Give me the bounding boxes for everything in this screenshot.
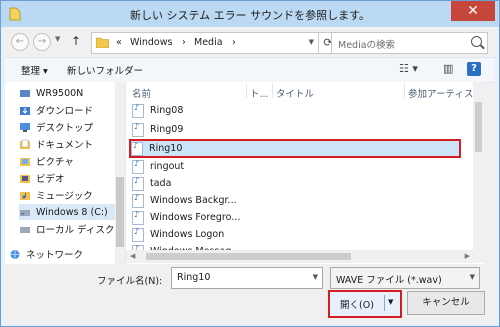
videos-icon: [20, 174, 30, 183]
list-item[interactable]: tada: [132, 176, 457, 191]
desktop-icon: [20, 122, 30, 132]
drive-icon: [20, 209, 30, 216]
recent-locations-dropdown-icon[interactable]: ▼: [55, 35, 60, 43]
column-header-artist[interactable]: 参加アーティスト: [408, 86, 483, 100]
file-list-vertical-scrollbar[interactable]: [473, 82, 484, 250]
chevron-down-icon[interactable]: ▼: [470, 273, 475, 281]
audio-file-icon: [132, 193, 144, 208]
music-icon: [20, 191, 30, 200]
breadcrumb-media[interactable]: Media: [194, 37, 223, 48]
audio-file-icon: [132, 227, 144, 242]
forward-button[interactable]: →: [33, 33, 51, 51]
file-dialog-window: 新しい システム エラー サウンドを参照します。 ✕ ← → ▼ ↑ « Win…: [0, 0, 500, 327]
folder-icon: [96, 37, 109, 48]
breadcrumb-overflow[interactable]: «: [116, 37, 122, 48]
network-icon: [10, 249, 20, 259]
preview-pane-button[interactable]: ▥: [443, 62, 453, 75]
column-separator[interactable]: [404, 84, 405, 98]
column-header-title[interactable]: タイトル: [276, 86, 314, 100]
title-bar[interactable]: 新しい システム エラー サウンドを参照します。 ✕: [1, 1, 499, 27]
audio-file-icon: [132, 159, 144, 174]
list-item[interactable]: Windows Backgr...: [132, 193, 457, 208]
sidebar-item-local-disk-d[interactable]: ローカル ディスク (D: [19, 221, 123, 237]
scrollbar-thumb[interactable]: [146, 253, 351, 260]
sidebar-item-pictures[interactable]: ピクチャ: [19, 153, 123, 169]
navigation-scrollbar[interactable]: [115, 82, 125, 264]
scroll-left-icon[interactable]: ◀: [130, 252, 135, 260]
pictures-icon: [20, 157, 30, 166]
sidebar-item-downloads[interactable]: ダウンロード: [19, 102, 123, 118]
audio-file-icon: [132, 210, 144, 225]
open-button[interactable]: 開く(O) ▼: [328, 290, 402, 318]
navigation-bar: ← → ▼ ↑ « Windows › Media › ▼ ⟳ Mediaの検索: [5, 27, 495, 57]
navigation-pane: WR9500N ダウンロード デスクトップ ドキュメント ピクチャ ビデオ ミュ…: [5, 82, 126, 264]
file-name-input[interactable]: Ring10: [177, 272, 210, 283]
audio-file-icon: [132, 103, 144, 118]
list-item[interactable]: Windows Logon: [132, 227, 457, 242]
window-title: 新しい システム エラー サウンドを参照します。: [129, 9, 371, 22]
back-button[interactable]: ←: [11, 33, 29, 51]
address-bar[interactable]: « Windows › Media › ▼: [91, 32, 319, 54]
sidebar-item-documents[interactable]: ドキュメント: [19, 136, 123, 152]
new-folder-button[interactable]: 新しいフォルダー: [67, 63, 143, 77]
sidebar-item-music[interactable]: ミュージック: [19, 187, 123, 203]
open-options-dropdown-icon[interactable]: ▼: [388, 298, 393, 306]
sidebar-item-network[interactable]: ネットワーク: [9, 246, 113, 262]
search-icon[interactable]: [471, 36, 482, 47]
column-header-number[interactable]: ト...: [250, 86, 269, 100]
sidebar-item-desktop[interactable]: デスクトップ: [19, 119, 123, 135]
column-separator[interactable]: [246, 84, 247, 98]
breadcrumb-separator[interactable]: ›: [232, 37, 236, 48]
audio-file-icon: [132, 176, 144, 191]
file-type-select[interactable]: WAVE ファイル (*.wav) ▼: [330, 267, 480, 289]
search-input[interactable]: Mediaの検索: [338, 37, 395, 51]
list-item[interactable]: Ring08: [132, 103, 457, 118]
breadcrumb-separator[interactable]: ›: [182, 37, 186, 48]
split-divider: [384, 295, 385, 311]
column-header-name[interactable]: 名前: [132, 86, 151, 100]
list-item[interactable]: Windows Foregro...: [132, 210, 457, 225]
wrench-icon: [20, 89, 30, 97]
download-folder-icon: [20, 106, 30, 115]
file-list: 名前 ト... タイトル 参加アーティスト Ring08 Ring09 Ring…: [126, 82, 484, 264]
list-item-selected[interactable]: Ring10: [129, 139, 461, 158]
file-list-horizontal-scrollbar[interactable]: ◀ ▶: [126, 250, 484, 263]
audio-file-icon: [131, 141, 143, 156]
documents-icon: [20, 139, 30, 149]
drive-icon: [20, 226, 30, 233]
file-name-label: ファイル名(N):: [97, 276, 163, 287]
open-button-label[interactable]: 開く(O): [330, 297, 384, 311]
list-item[interactable]: ringout: [132, 159, 457, 174]
dialog-body: ← → ▼ ↑ « Windows › Media › ▼ ⟳ Mediaの検索…: [5, 27, 495, 323]
help-button[interactable]: ?: [467, 62, 481, 76]
file-type-value: WAVE ファイル (*.wav): [336, 275, 442, 286]
column-separator[interactable]: [272, 84, 273, 98]
audio-file-icon: [132, 122, 144, 137]
command-toolbar: 整理 ▾ 新しいフォルダー ☷ ▾ ▥ ?: [5, 57, 495, 83]
cancel-button[interactable]: キャンセル: [407, 291, 485, 315]
sidebar-item-wr9500n[interactable]: WR9500N: [19, 85, 123, 101]
scroll-right-icon[interactable]: ▶: [465, 252, 470, 260]
up-folder-button[interactable]: ↑: [71, 34, 81, 48]
close-button[interactable]: ✕: [451, 1, 495, 21]
list-item[interactable]: Ring09: [132, 122, 457, 137]
chevron-down-icon[interactable]: ▼: [313, 273, 318, 281]
breadcrumb-windows[interactable]: Windows: [130, 37, 172, 48]
search-box[interactable]: Mediaの検索: [331, 32, 488, 54]
organize-button[interactable]: 整理 ▾: [21, 63, 48, 77]
scrollbar-thumb[interactable]: [116, 177, 124, 247]
sidebar-item-windows8-c[interactable]: Windows 8 (C:): [19, 204, 123, 220]
file-name-field[interactable]: Ring10 ▼: [171, 267, 323, 289]
scrollbar-thumb[interactable]: [475, 102, 482, 152]
change-view-button[interactable]: ☷ ▾: [399, 62, 418, 75]
sidebar-item-videos[interactable]: ビデオ: [19, 170, 123, 186]
address-dropdown-icon[interactable]: ▼: [309, 38, 314, 46]
